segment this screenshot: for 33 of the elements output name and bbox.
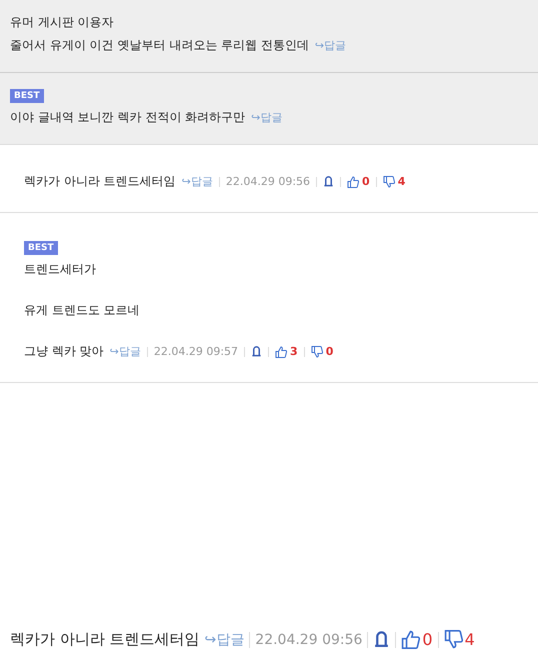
- comment-text: 그냥 렉카 맞아: [24, 343, 104, 360]
- comment-text: 이야 글내역 보니깐 렉카 전적이 화려하구만: [10, 109, 246, 126]
- like-count: 0: [422, 630, 433, 649]
- comment-text: 유머 게시판 이용자: [10, 14, 114, 31]
- dislike-count: 4: [398, 175, 406, 188]
- dislike-count: 4: [464, 630, 475, 649]
- bell-icon[interactable]: [373, 631, 390, 648]
- thumbs-down-icon[interactable]: [444, 630, 463, 649]
- best-badge: BEST: [10, 89, 44, 103]
- bell-icon[interactable]: [323, 176, 334, 187]
- reply-link[interactable]: ↪답글: [204, 630, 244, 648]
- reply-link[interactable]: ↪답글: [110, 344, 141, 359]
- comment-date: 22.04.29 09:56: [255, 632, 362, 648]
- thumbs-down-icon[interactable]: [382, 176, 395, 188]
- reply-link[interactable]: ↪답글: [182, 174, 213, 189]
- comment-date: 22.04.29 09:57: [154, 345, 238, 358]
- comment-text: 렉카가 아니라 트렌드세터임: [24, 173, 176, 190]
- comment-date: 22.04.29 09:56: [226, 175, 310, 188]
- like-count: 3: [290, 345, 298, 358]
- comment-text: 유게 트렌드도 모르네: [24, 302, 140, 319]
- dislike-count: 0: [326, 345, 334, 358]
- thumbs-up-icon[interactable]: [275, 346, 288, 358]
- comment-text: 렉카가 아니라 트렌드세터임: [10, 630, 200, 649]
- like-count: 0: [362, 175, 370, 188]
- best-badge: BEST: [24, 241, 58, 255]
- reply-link[interactable]: ↪답글: [251, 110, 282, 125]
- thumbs-up-icon[interactable]: [401, 630, 420, 649]
- comment-text: 줄어서 유게이 이건 옛날부터 내려오는 루리웹 전통인데: [10, 37, 309, 54]
- reply-link[interactable]: ↪답글: [314, 38, 346, 53]
- comment-text: 트렌드세터가: [24, 261, 96, 278]
- thumbs-up-icon[interactable]: [347, 176, 360, 188]
- bell-icon[interactable]: [251, 346, 262, 357]
- thumbs-down-icon[interactable]: [310, 346, 323, 358]
